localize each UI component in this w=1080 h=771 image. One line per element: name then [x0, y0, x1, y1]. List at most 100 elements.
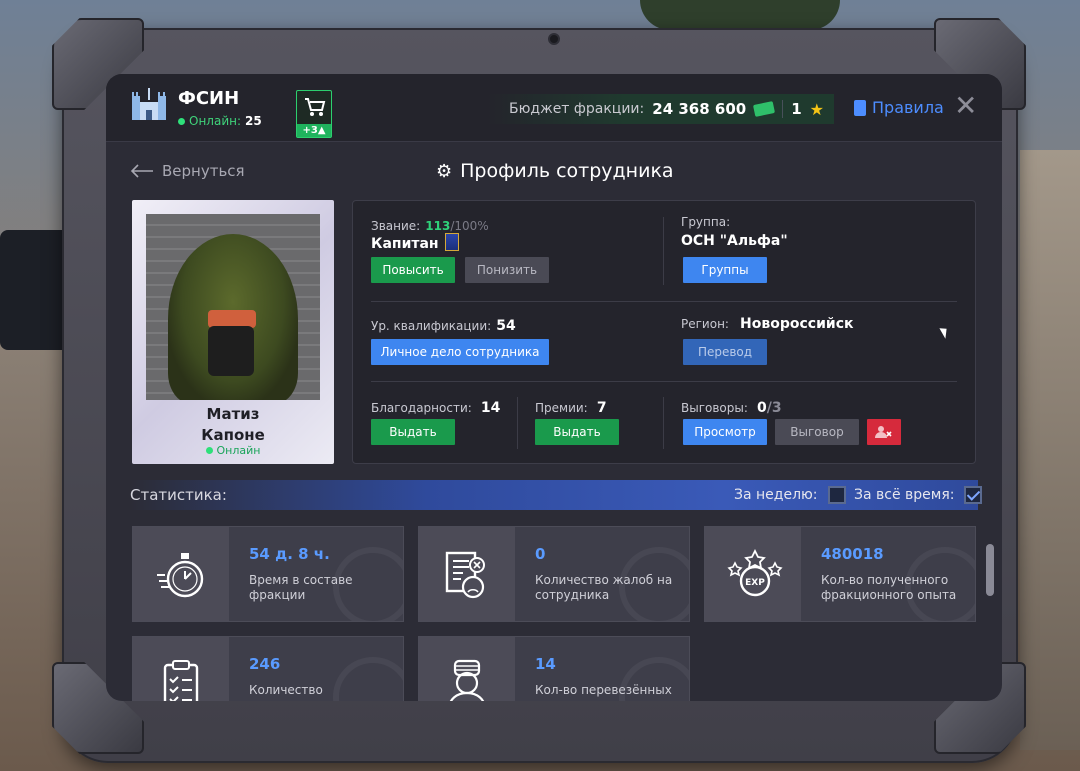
stat-value: 246: [249, 655, 281, 673]
rank-row: Звание: 113/100%: [371, 215, 489, 234]
divider: [371, 381, 957, 382]
bonus-value: 7: [596, 400, 607, 416]
demote-button[interactable]: Понизить: [465, 257, 549, 283]
clipboard-icon: [163, 660, 199, 701]
arrow-left-icon: [130, 164, 153, 178]
shop-button[interactable]: +3▲: [296, 90, 332, 138]
filter-week-checkbox[interactable]: [827, 486, 846, 504]
stat-icon-box: EXP: [705, 527, 801, 621]
filter-week-label: За неделю:: [734, 487, 818, 503]
online-status: Онлайн: 25: [178, 114, 262, 128]
close-icon[interactable]: ✕: [954, 92, 977, 120]
faction-budget: Бюджет фракции: 24 368 600 1 ★: [486, 94, 834, 124]
budget-value: 24 368 600: [652, 100, 747, 118]
stats-title: Статистика:: [130, 486, 227, 504]
stat-card-transported: 14 Кол-во перевезённых: [418, 636, 690, 701]
divider: [663, 217, 664, 285]
reprimand-button[interactable]: Выговор: [775, 419, 859, 445]
thanks-value: 14: [480, 400, 501, 416]
stat-value: 54 д. 8 ч.: [249, 545, 330, 563]
employee-first-name: Матиз: [206, 405, 260, 423]
stats-header-bar: [130, 480, 978, 510]
divider: [663, 397, 664, 449]
camera-icon: [548, 33, 560, 45]
profile-info-panel: Звание: 113/100% Капитан Повысить Понизи…: [352, 200, 976, 464]
money-icon: [753, 101, 776, 117]
stat-card-count: 246 Количество: [132, 636, 404, 701]
online-count: 25: [245, 114, 262, 128]
cart-badge: +3▲: [297, 124, 331, 137]
stat-value: 480018: [821, 545, 884, 563]
transfer-button[interactable]: Перевод: [683, 339, 767, 365]
promote-button[interactable]: Повысить: [371, 257, 455, 283]
document-icon: [854, 99, 866, 116]
cart-badge-text: +3: [302, 125, 318, 136]
give-bonus-button[interactable]: Выдать: [535, 419, 619, 445]
face: [208, 326, 254, 376]
online-dot-icon: [205, 447, 213, 454]
online-label: Онлайн:: [189, 114, 242, 128]
background-car: [0, 230, 70, 350]
faction-name: ФСИН: [178, 88, 240, 109]
group-label: Группа:: [681, 215, 731, 229]
personal-file-button[interactable]: Личное дело сотрудника: [371, 339, 549, 365]
stat-card-experience: EXP 480018 Кол-во полученного фракционно…: [704, 526, 976, 622]
thanks-label: Благодарности:: [371, 401, 472, 415]
filter-alltime[interactable]: За всё время:: [854, 486, 983, 504]
rank-progress-max: /100%: [450, 219, 489, 233]
employee-status-text: Онлайн: [216, 444, 261, 457]
stat-card-complaints: 0 Количество жалоб на сотрудника: [418, 526, 690, 622]
background-wall: [1020, 150, 1080, 750]
employee-photo-card: Матиз Капоне Онлайн: [132, 200, 334, 464]
employee-photo: [146, 214, 320, 400]
remove-reprimand-button[interactable]: [867, 419, 901, 445]
filter-alltime-checkbox[interactable]: [964, 486, 983, 504]
stat-icon-box: [133, 637, 229, 701]
qualification-value: 54: [496, 318, 516, 334]
groups-button[interactable]: Группы: [683, 257, 767, 283]
qualification-label: Ур. квалификации:: [371, 319, 492, 333]
prisoner-icon: [449, 659, 485, 701]
scrollbar[interactable]: [986, 544, 994, 596]
back-button[interactable]: Вернуться: [130, 162, 245, 180]
divider: [517, 397, 518, 449]
rules-link[interactable]: Правила: [854, 98, 944, 117]
stat-description: Время в составе фракции: [249, 573, 353, 602]
page-title: ⚙ Профиль сотрудника: [436, 160, 674, 182]
exp-icon: EXP: [727, 549, 783, 597]
divider: [782, 100, 784, 118]
rank-name: Капитан: [371, 236, 439, 252]
filter-week[interactable]: За неделю:: [734, 486, 846, 504]
castle-icon: [132, 88, 166, 120]
thanks-row: Благодарности: 14: [371, 397, 500, 416]
reprimand-max: /3: [766, 400, 782, 416]
user-remove-icon: [875, 426, 892, 438]
background-tree: [640, 0, 840, 30]
stat-icon-box: [133, 527, 229, 621]
rank-name-row: Капитан: [371, 233, 459, 252]
employee-status: Онлайн: [132, 444, 334, 457]
employee-last-name: Капоне: [201, 426, 265, 444]
reprimand-row: Выговоры: 0/3: [681, 397, 782, 416]
star-icon: ★: [809, 99, 824, 119]
gear-icon: ⚙: [436, 160, 453, 182]
qualification-row: Ур. квалификации: 54: [371, 315, 516, 334]
stars-count: 1: [791, 100, 802, 118]
stat-description: Кол-во перевезённых: [535, 683, 672, 697]
rank-progress: 113: [425, 219, 451, 233]
view-reprimands-button[interactable]: Просмотр: [683, 419, 767, 445]
give-thanks-button[interactable]: Выдать: [371, 419, 455, 445]
stopwatch-icon: [157, 553, 204, 598]
group-value: ОСН "Альфа": [681, 233, 788, 249]
stat-value: 14: [535, 655, 556, 673]
complaint-icon: [445, 551, 485, 599]
reprimand-value: 0: [757, 400, 767, 416]
top-bar: ФСИН Онлайн: 25 +3▲ Бюджет фракции: 24 3…: [106, 74, 1002, 142]
divider: [371, 301, 957, 302]
tablet-screen: ФСИН Онлайн: 25 +3▲ Бюджет фракции: 24 3…: [106, 74, 1002, 701]
budget-label: Бюджет фракции:: [509, 101, 645, 117]
svg-text:EXP: EXP: [745, 578, 765, 588]
stat-card-time: 54 д. 8 ч. Время в составе фракции: [132, 526, 404, 622]
rank-label: Звание:: [371, 219, 421, 233]
filter-alltime-label: За всё время:: [854, 487, 955, 503]
